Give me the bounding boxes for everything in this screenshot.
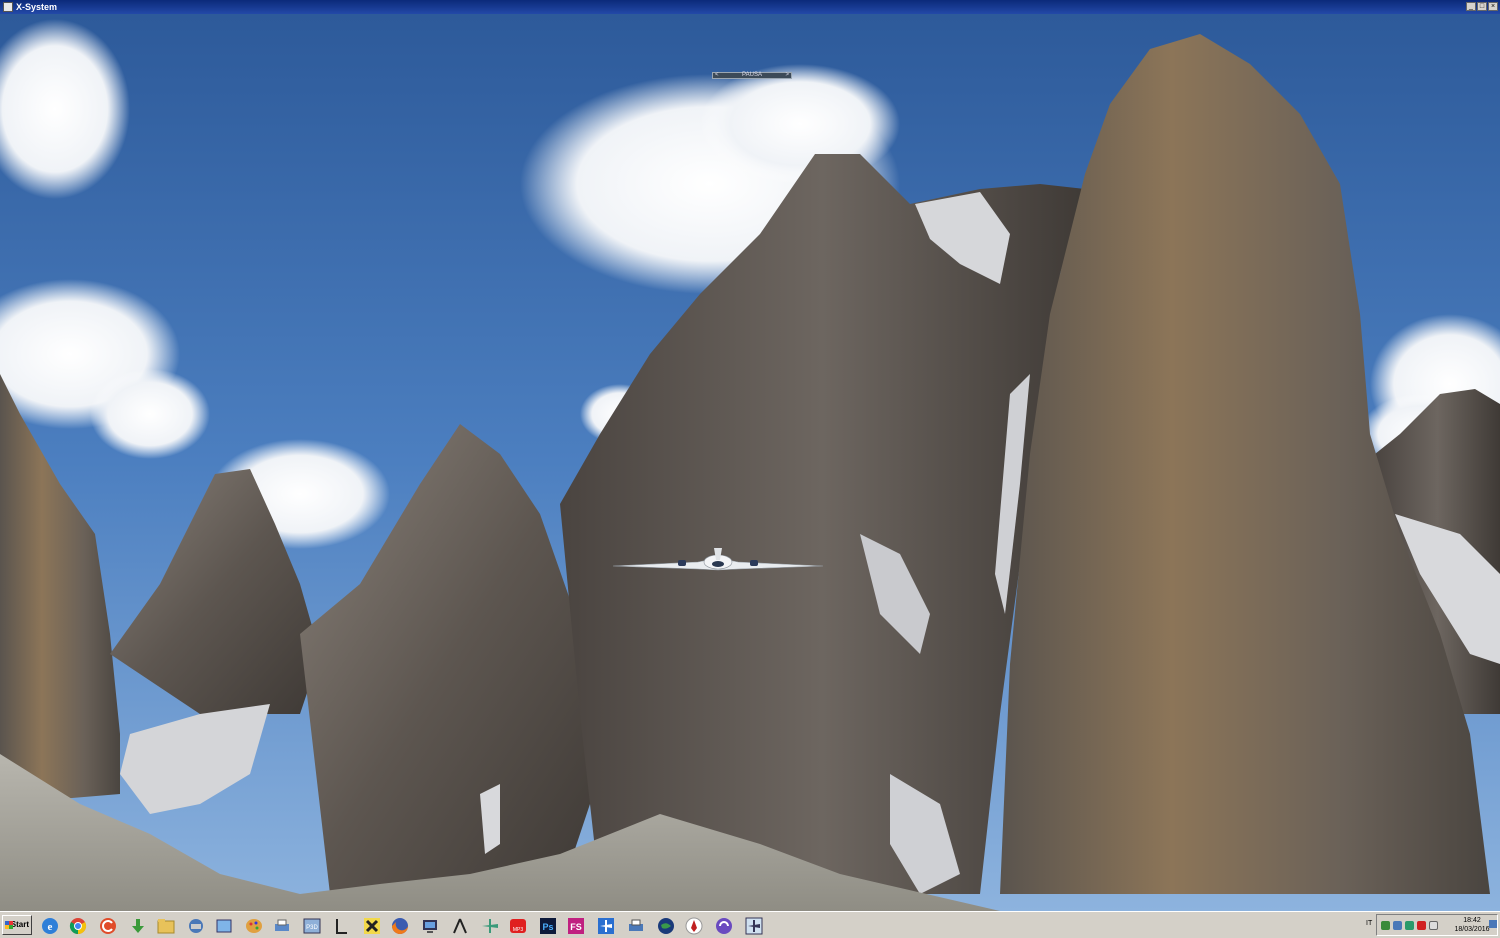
computer-icon[interactable] [420,916,440,936]
clock-time: 18:42 [1463,917,1481,924]
mp3-label: MP3 [513,927,524,933]
folder-icon[interactable] [156,916,176,936]
fs-icon[interactable]: FS [566,916,586,936]
minimize-button[interactable]: _ [1466,2,1476,11]
network-icon[interactable] [186,916,206,936]
x-system-window: X-System _ □ × < PAUSA > Start e P3D MP3… [0,0,1500,938]
tray-antivirus-icon[interactable] [1417,921,1426,930]
compass-icon[interactable] [450,916,470,936]
tray-sync-icon[interactable] [1405,921,1414,930]
window-title: X-System [16,2,58,12]
pause-indicator: < PAUSA > [712,72,792,79]
internet-explorer-icon[interactable]: e [40,916,60,936]
windows-logo-icon [5,921,13,929]
plane-icon[interactable] [596,916,616,936]
p3d-label: P3D [306,925,318,931]
window-icon[interactable] [214,916,234,936]
app-icon [3,2,13,12]
photoshop-icon[interactable]: Ps [538,916,558,936]
tray-network-icon[interactable] [1393,921,1402,930]
taskbar: Start e P3D MP3 Ps FS IT 18:42 18/03/201… [0,911,1500,938]
cloud-printer-icon[interactable] [272,916,292,936]
palette-icon[interactable] [244,916,264,936]
show-desktop-icon[interactable] [1489,920,1497,928]
tray-app-icon[interactable] [1381,921,1390,930]
firefox-icon[interactable] [390,916,410,936]
x-plane-icon[interactable] [362,916,382,936]
maximize-button[interactable]: □ [1477,2,1487,11]
language-indicator[interactable]: IT [1366,920,1372,927]
ccleaner-icon[interactable] [98,916,118,936]
system-tray: 18:42 18/03/2016 [1376,914,1498,936]
ink-icon[interactable] [684,916,704,936]
fs-label: FS [570,922,582,932]
globe-icon[interactable] [656,916,676,936]
volume-icon[interactable] [1429,921,1438,930]
clock[interactable]: 18:42 18/03/2016 [1452,916,1492,934]
plane-window-icon[interactable] [744,916,764,936]
youtube-mp3-icon[interactable]: MP3 [508,916,528,936]
chrome-icon[interactable] [68,916,88,936]
printer-icon[interactable] [626,916,646,936]
title-bar[interactable]: X-System _ □ × [0,0,1500,15]
wave-icon[interactable] [714,916,734,936]
svg-text:e: e [48,921,53,933]
start-button[interactable]: Start [2,915,32,935]
start-label: Start [10,920,29,929]
close-button[interactable]: × [1488,2,1498,11]
clock-date: 18/03/2016 [1454,926,1490,933]
plane-tool-icon[interactable] [480,916,500,936]
p3d-icon[interactable]: P3D [302,916,322,936]
pause-label: PAUSA [742,72,762,78]
download-icon[interactable] [128,916,148,936]
flight-sim-viewport[interactable] [0,14,1500,911]
ps-label: Ps [542,922,553,932]
text-icon[interactable] [332,916,352,936]
